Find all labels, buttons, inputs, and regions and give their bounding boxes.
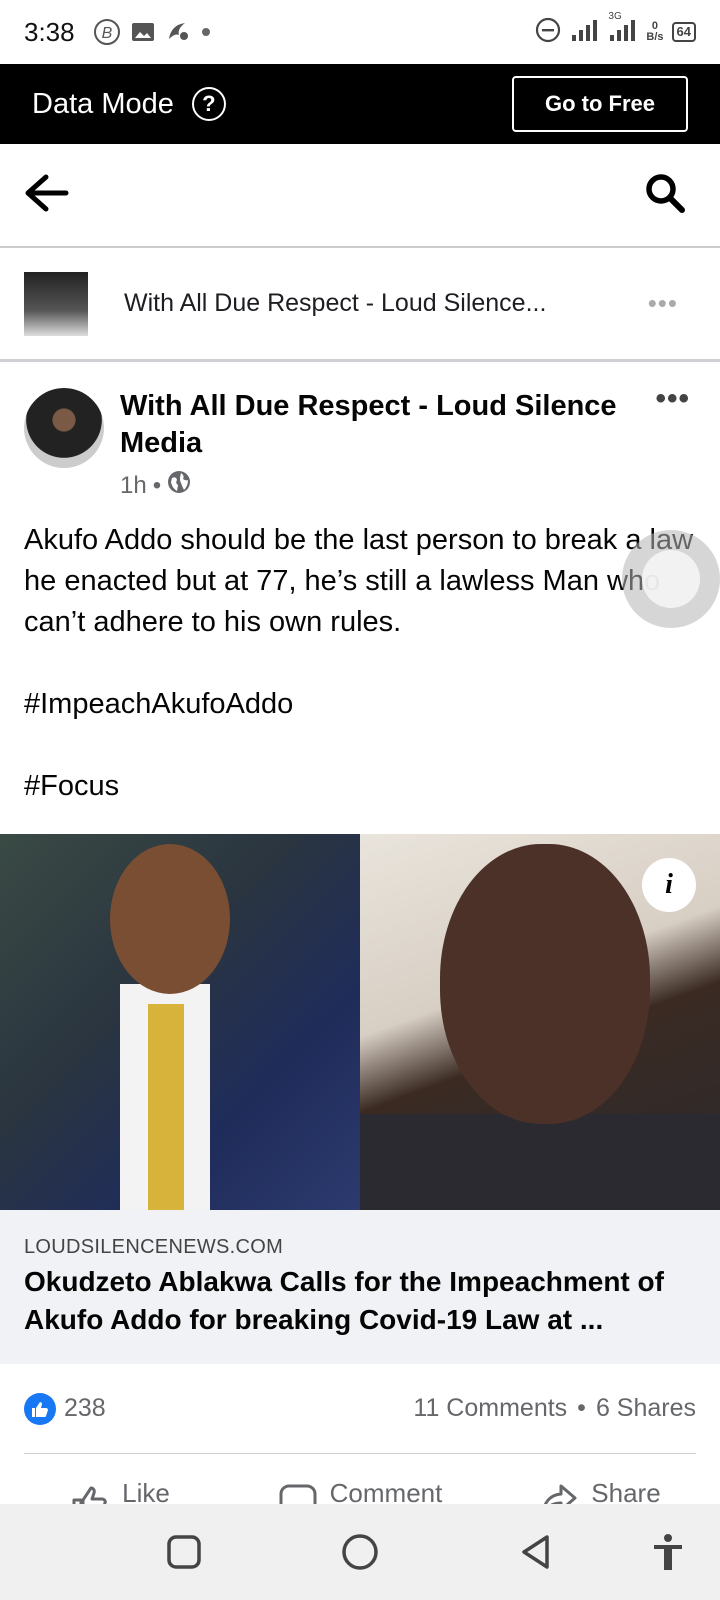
gallery-icon [131, 20, 155, 44]
thumbs-up-icon [70, 1478, 110, 1506]
post-meta: 1h • [120, 470, 620, 501]
top-nav [0, 144, 720, 248]
touch-indicator [622, 530, 720, 628]
screen: 3:38 B 3G 0 B/s 64 Data Mode ? Go to Fre… [0, 0, 720, 1600]
globe-icon [167, 470, 191, 501]
like-reaction-icon[interactable] [24, 1392, 56, 1425]
back-nav-icon[interactable] [516, 1532, 556, 1572]
home-icon[interactable] [340, 1532, 380, 1572]
post-actions: Like Comment Share [0, 1476, 720, 1506]
status-right: 3G 0 B/s 64 [534, 11, 696, 49]
network-type: 3G [608, 10, 622, 22]
share-button[interactable]: Share [480, 1476, 720, 1506]
dnd-icon [534, 16, 562, 49]
signal-3g-icon: 3G [608, 11, 638, 48]
back-arrow-icon[interactable] [24, 173, 70, 218]
battery-indicator: 64 [671, 22, 696, 42]
post-header: With All Due Respect - Loud Silence Medi… [0, 362, 720, 502]
app-notification-icon [165, 19, 191, 45]
like-label: Like [122, 1478, 170, 1506]
like-count[interactable]: 238 [64, 1394, 106, 1423]
post-time[interactable]: 1h [120, 472, 147, 500]
meta-separator: • [152, 471, 162, 499]
page-more-icon[interactable]: ••• [648, 288, 678, 319]
help-icon[interactable]: ? [191, 87, 226, 121]
comments-count[interactable]: 11 Comments [413, 1394, 567, 1423]
page-name[interactable]: With All Due Respect - Loud Silence... [124, 289, 584, 318]
post-author[interactable]: With All Due Respect - Loud Silence Medi… [120, 388, 620, 462]
post-header-text: With All Due Respect - Loud Silence Medi… [120, 388, 620, 502]
hashtag-focus[interactable]: #Focus [24, 766, 696, 807]
page-thumbnail[interactable] [24, 271, 88, 336]
accessibility-icon[interactable] [648, 1532, 688, 1572]
cs-separator: • [577, 1394, 586, 1422]
link-domain: LOUDSILENCENEWS.COM [24, 1236, 284, 1258]
post-more-options-icon[interactable]: ••• [655, 382, 690, 416]
share-label: Share [591, 1478, 661, 1506]
share-icon [539, 1478, 579, 1506]
shares-count[interactable]: 6 Shares [596, 1394, 696, 1423]
speed-unit: B/s [646, 31, 664, 43]
system-nav-bar [0, 1504, 720, 1600]
data-mode-title: Data Mode [32, 87, 174, 120]
signal-icon [570, 17, 600, 48]
data-mode-bar: Data Mode ? Go to Free [0, 64, 720, 144]
comment-button[interactable]: Comment [240, 1476, 480, 1506]
comment-icon [278, 1478, 318, 1506]
svg-text:B: B [101, 25, 112, 42]
reactions-row: 238 11 Comments • 6 Shares [24, 1364, 696, 1454]
post-paragraph: Akufo Addo should be the last person to … [24, 524, 694, 638]
link-preview-caption[interactable]: LOUDSILENCENEWS.COM Okudzeto Ablakwa Cal… [0, 1210, 720, 1364]
link-title: Okudzeto Ablakwa Calls for the Impeachme… [24, 1266, 664, 1335]
page-header-row[interactable]: With All Due Respect - Loud Silence... •… [0, 248, 720, 362]
recent-apps-icon[interactable] [164, 1532, 204, 1572]
hashtag-impeach[interactable]: #ImpeachAkufoAddo [24, 684, 696, 725]
post-text: Akufo Addo should be the last person to … [24, 520, 696, 848]
more-notifications-dot-icon [201, 27, 211, 37]
link-image-left [0, 834, 360, 1210]
status-bar: 3:38 B 3G 0 B/s 64 [0, 0, 720, 64]
data-speed: 0 B/s [646, 21, 663, 43]
link-preview-image[interactable]: i [0, 834, 720, 1210]
status-time: 3:38 [24, 16, 75, 47]
b-circle-icon: B [93, 18, 121, 46]
ad-info-icon[interactable]: i [642, 858, 696, 912]
like-button[interactable]: Like [0, 1476, 240, 1506]
comments-shares: 11 Comments • 6 Shares [413, 1394, 696, 1423]
search-icon[interactable] [644, 172, 686, 219]
author-avatar[interactable] [24, 388, 104, 468]
go-to-free-button[interactable]: Go to Free [512, 76, 688, 132]
comment-label: Comment [329, 1478, 443, 1506]
